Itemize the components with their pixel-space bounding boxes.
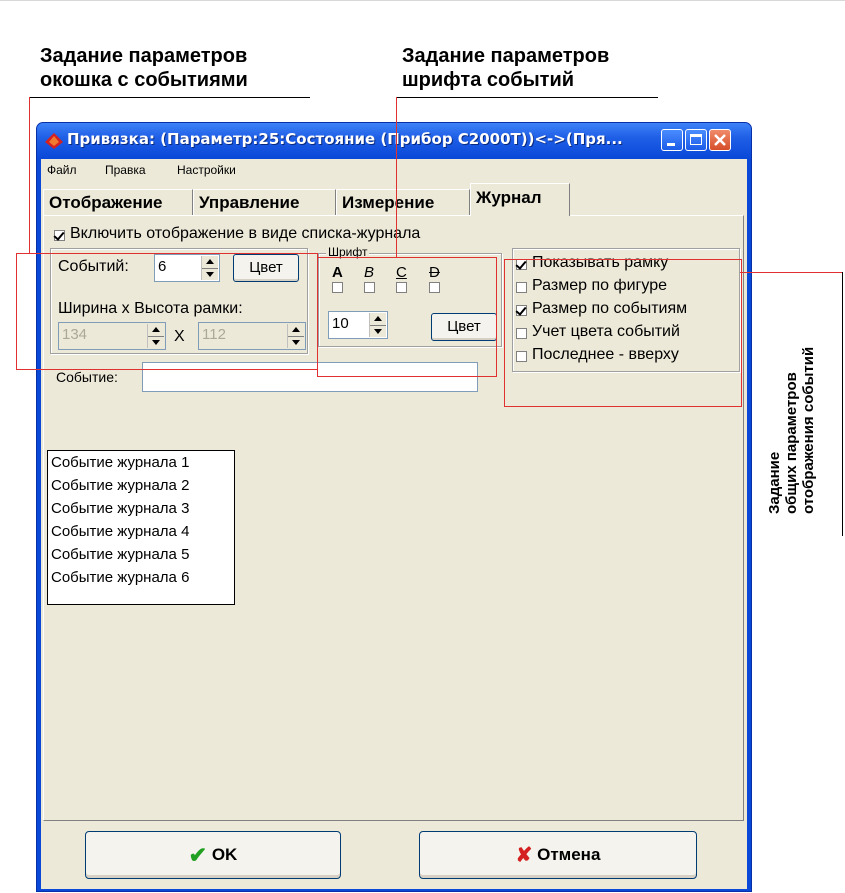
close-icon [714, 134, 726, 146]
annotation-window-params: Задание параметров окошка с событиями [40, 45, 248, 91]
app-icon [45, 133, 63, 149]
event-input[interactable] [142, 362, 478, 392]
font-underline-checkbox[interactable] [396, 282, 407, 293]
annotation-window-underline [30, 97, 310, 98]
events-count-arrows[interactable] [201, 256, 218, 280]
font-size-spinner[interactable]: 10 [328, 311, 388, 339]
show-frame-checkbox[interactable] [516, 259, 527, 270]
frame-height-arrows[interactable] [287, 324, 304, 348]
list-item: Событие журнала 3 [51, 500, 190, 517]
last-on-top-label: Последнее - вверху [532, 346, 679, 363]
close-button[interactable] [709, 129, 731, 151]
annotation-font-underline [396, 97, 658, 98]
list-item: Событие журнала 1 [51, 454, 190, 471]
window-color-button[interactable]: Цвет [233, 254, 299, 282]
dialog-window: Привязка: (Параметр:25:Состояние (Прибор… [36, 122, 752, 892]
event-color-checkbox[interactable] [516, 328, 527, 339]
check-icon: ✔ [188, 842, 208, 868]
menu-file[interactable]: Файл [47, 163, 77, 177]
maximize-button[interactable] [685, 129, 707, 151]
tab-measure[interactable]: Измерение [336, 189, 470, 215]
cross-icon: ✘ [515, 844, 533, 867]
font-bold-label: A [332, 264, 343, 281]
tab-control[interactable]: Управление [193, 189, 336, 215]
tab-journal[interactable]: Журнал [470, 183, 570, 216]
annotation-font-params: Задание параметров шрифта событий [402, 45, 610, 91]
frame-size-label: Ширина x Высота рамки: [58, 300, 243, 317]
button-bar: ✔ OK ✘ Отмена [41, 821, 747, 889]
size-by-events-label: Размер по событиям [532, 300, 688, 317]
list-item: Событие журнала 6 [51, 569, 190, 586]
font-group-title: Шрифт [326, 245, 370, 259]
connector-font-params [396, 97, 397, 257]
font-italic-checkbox[interactable] [364, 282, 375, 293]
size-by-figure-label: Размер по фигуре [532, 277, 667, 294]
list-item: Событие журнала 2 [51, 477, 190, 494]
ok-button[interactable]: ✔ OK [85, 831, 341, 879]
times-label: X [174, 328, 185, 345]
menu-bar: Файл Правка Настройки [41, 159, 747, 181]
menu-edit[interactable]: Правка [105, 163, 146, 177]
size-by-events-checkbox[interactable] [516, 305, 527, 316]
annotation-general-params: Задание общих параметров отображения соб… [766, 346, 817, 514]
enable-journal-checkbox[interactable] [54, 230, 65, 241]
font-bold-checkbox[interactable] [332, 282, 343, 293]
maximize-icon [690, 134, 702, 145]
list-item: Событие журнала 5 [51, 546, 190, 563]
frame-height-spinner[interactable]: 112 [198, 322, 306, 350]
page-top-rule [0, 0, 845, 1]
font-underline-label: C [396, 264, 407, 281]
list-item: Событие журнала 4 [51, 523, 190, 540]
event-label: Событие: [56, 369, 118, 385]
connector-general-params [740, 272, 842, 273]
tab-display[interactable]: Отображение [43, 189, 193, 215]
dialog-client: Файл Правка Настройки Отображение Управл… [41, 159, 747, 889]
events-count-label: Событий: [58, 258, 129, 275]
annotation-general-line [842, 272, 843, 536]
size-by-figure-checkbox[interactable] [516, 282, 527, 293]
title-bar[interactable]: Привязка: (Параметр:25:Состояние (Прибор… [37, 123, 751, 159]
font-italic-label: B [364, 264, 375, 281]
journal-preview-list: Событие журнала 1 Событие журнала 2 Собы… [47, 450, 235, 605]
events-count-spinner[interactable]: 6 [154, 254, 220, 282]
minimize-icon [667, 143, 675, 146]
font-size-arrows[interactable] [369, 313, 386, 337]
cancel-button[interactable]: ✘ Отмена [419, 831, 697, 879]
frame-width-spinner[interactable]: 134 [58, 322, 166, 350]
window-title: Привязка: (Параметр:25:Состояние (Прибор… [67, 130, 623, 148]
connector-window-params [29, 97, 30, 253]
last-on-top-checkbox[interactable] [516, 351, 527, 362]
show-frame-label: Показывать рамку [532, 254, 669, 271]
enable-journal-label: Включить отображение в виде списка-журна… [70, 225, 421, 242]
event-color-label: Учет цвета событий [532, 323, 680, 340]
font-color-button[interactable]: Цвет [431, 313, 497, 341]
font-strike-label: D [429, 264, 440, 281]
menu-settings[interactable]: Настройки [177, 163, 236, 177]
minimize-button[interactable] [661, 129, 683, 151]
font-strike-checkbox[interactable] [429, 282, 440, 293]
frame-width-arrows[interactable] [147, 324, 164, 348]
